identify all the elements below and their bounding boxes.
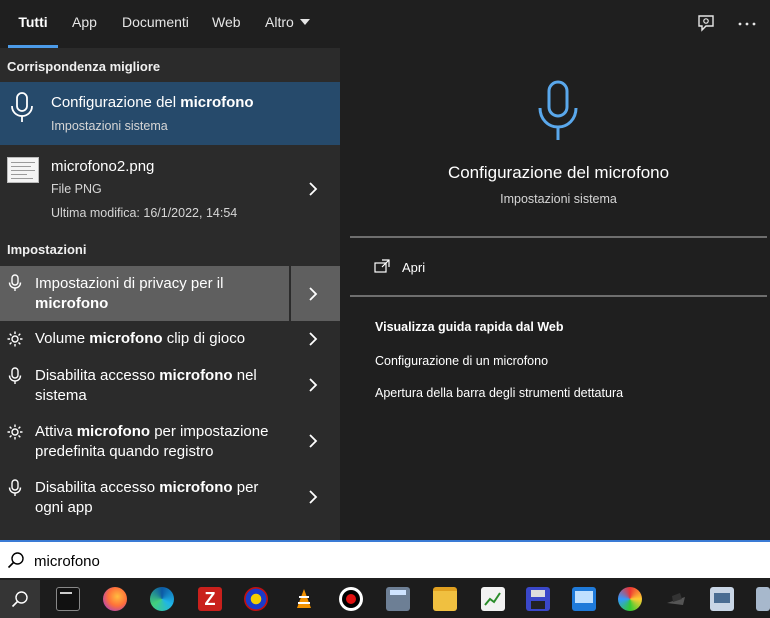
setting-item-volume[interactable]: Volume microfono clip di gioco (0, 327, 340, 353)
divider (350, 295, 767, 297)
taskbar-search-button[interactable] (0, 580, 40, 618)
tab-documenti[interactable]: Documenti (122, 0, 189, 48)
search-icon (7, 552, 24, 569)
microphone-icon (8, 367, 22, 384)
preview-subtitle: Impostazioni sistema (500, 192, 617, 206)
divider (350, 236, 767, 238)
app-icon[interactable] (244, 587, 268, 611)
preview-pane: Configurazione del microfono Impostazion… (350, 58, 767, 540)
file-name: microfono2.png (51, 158, 155, 175)
vlc-icon[interactable] (292, 587, 316, 611)
setting-item-label: Disabilita accesso microfono nel sistema (35, 367, 257, 404)
best-match-title: Configurazione del microfono (51, 94, 254, 111)
gear-icon (7, 424, 23, 440)
app-icon[interactable] (756, 587, 770, 611)
open-external-icon (374, 259, 390, 273)
chevron-right-icon[interactable] (308, 378, 318, 392)
more-options-icon[interactable] (735, 12, 759, 36)
web-help-heading: Visualizza guida rapida dal Web (375, 320, 564, 334)
tab-web[interactable]: Web (212, 0, 241, 48)
microphone-icon (538, 80, 578, 140)
save-icon[interactable] (526, 587, 550, 611)
tab-app[interactable]: App (72, 0, 97, 48)
search-scope-tabs: Tutti App Documenti Web Altro (0, 0, 770, 48)
file-thumbnail (7, 157, 39, 183)
web-link[interactable]: Apertura della barra degli strumenti det… (375, 386, 623, 400)
setting-item-default-mic[interactable]: Attiva microfono per impostazione predefi… (0, 420, 340, 464)
setting-item-label: Attiva microfono per impostazione predefi… (35, 423, 269, 460)
hat-app-icon[interactable] (664, 587, 688, 611)
microphone-icon (8, 274, 22, 291)
record-icon[interactable] (339, 587, 363, 611)
open-button[interactable]: Apri (402, 260, 425, 275)
calculator-icon[interactable] (386, 587, 410, 611)
filezilla-icon[interactable]: Z (198, 587, 222, 611)
paint-icon[interactable] (618, 587, 642, 611)
taskbar: Z (0, 580, 770, 618)
network-icon[interactable] (710, 587, 734, 611)
setting-item-disable-apps[interactable]: Disabilita accesso microfono per ogni app (0, 476, 340, 520)
preview-title: Configurazione del microfono (447, 163, 670, 182)
setting-item-label: Disabilita accesso microfono per ogni app (35, 479, 259, 516)
settings-heading: Impostazioni (7, 242, 87, 257)
microphone-icon (8, 479, 22, 496)
setting-item-label: Impostazioni di privacy per il microfono (35, 275, 224, 312)
search-icon (11, 591, 28, 608)
chevron-right-icon[interactable] (308, 332, 318, 346)
setting-item-disable-system[interactable]: Disabilita accesso microfono nel sistema (0, 364, 340, 408)
edge-icon[interactable] (150, 587, 174, 611)
chevron-right-icon[interactable] (308, 287, 318, 301)
search-input[interactable] (34, 549, 634, 573)
chevron-right-icon[interactable] (308, 490, 318, 504)
setting-item-label: Volume microfono clip di gioco (35, 330, 246, 347)
file-modified: Ultima modifica: 16/1/2022, 14:54 (51, 206, 238, 220)
tab-altro[interactable]: Altro (265, 0, 310, 48)
tab-tutti[interactable]: Tutti (8, 0, 58, 48)
firefox-icon[interactable] (103, 587, 127, 611)
terminal-icon[interactable] (56, 587, 80, 611)
remote-desktop-icon[interactable] (572, 587, 596, 611)
file-type: File PNG (51, 182, 102, 196)
file-result[interactable]: microfono2.png File PNG Ultima modifica:… (0, 145, 340, 229)
chart-editor-icon[interactable] (481, 587, 505, 611)
web-link[interactable]: Configurazione di un microfono (375, 354, 548, 368)
gear-icon (7, 331, 23, 347)
setting-item-privacy[interactable]: Impostazioni di privacy per il microfono (0, 266, 340, 321)
chevron-right-icon[interactable] (308, 434, 318, 448)
microphone-icon (11, 92, 33, 122)
best-match-subtitle: Impostazioni sistema (51, 119, 168, 133)
best-match-result[interactable]: Configurazione del microfono Impostazion… (0, 82, 340, 145)
search-bar (0, 540, 770, 578)
feedback-icon[interactable] (694, 12, 718, 36)
chevron-down-icon (299, 19, 310, 25)
best-match-heading: Corrispondenza migliore (7, 59, 161, 74)
chevron-right-icon[interactable] (308, 182, 318, 196)
file-explorer-icon[interactable] (433, 587, 457, 611)
results-list: Corrispondenza migliore Configurazione d… (0, 48, 340, 540)
